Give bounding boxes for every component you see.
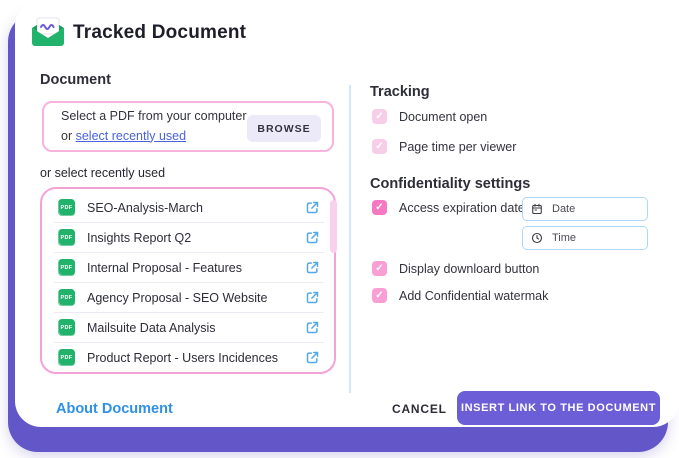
cancel-button[interactable]: CANCEL: [392, 402, 447, 416]
open-external-icon[interactable]: [305, 290, 320, 305]
option-display-download: Display downloard button: [372, 261, 539, 276]
file-name: Product Report - Users Incidences: [87, 350, 279, 365]
list-item[interactable]: PDF Mailsuite Data Analysis: [54, 313, 324, 343]
dialog-title: Tracked Document: [73, 22, 247, 43]
list-item[interactable]: PDF Agency Proposal - SEO Website: [54, 283, 324, 313]
recent-files-label: or select recently used: [40, 166, 166, 180]
pdf-icon: PDF: [58, 229, 75, 246]
file-name: Agency Proposal - SEO Website: [87, 290, 268, 305]
list-item[interactable]: PDF Insights Report Q2: [54, 223, 324, 253]
date-input[interactable]: Date: [522, 197, 648, 221]
confidential-watermark-checkbox[interactable]: [372, 288, 387, 303]
mailsuite-envelope-icon: [30, 16, 66, 48]
pdf-icon: PDF: [58, 259, 75, 276]
time-input[interactable]: Time: [522, 226, 648, 250]
column-divider: [349, 85, 351, 393]
pdf-icon: PDF: [58, 289, 75, 306]
option-label: Document open: [399, 109, 488, 124]
insert-link-button[interactable]: INSERT LINK TO THE DOCUMENT: [457, 391, 660, 425]
open-external-icon[interactable]: [305, 320, 320, 335]
browse-button[interactable]: BROWSE: [247, 115, 321, 142]
pdf-icon: PDF: [58, 199, 75, 216]
open-external-icon[interactable]: [305, 350, 320, 365]
open-external-icon[interactable]: [305, 260, 320, 275]
about-document-link[interactable]: About Document: [56, 401, 173, 417]
display-download-checkbox[interactable]: [372, 261, 387, 276]
option-document-open: Document open: [372, 109, 487, 124]
option-access-expiration: Access expiration date: [372, 200, 525, 215]
file-name: Internal Proposal - Features: [87, 260, 242, 275]
option-page-time: Page time per viewer: [372, 139, 516, 154]
dialog-card: Tracked Document Document Select a PDF f…: [15, 0, 679, 427]
file-name: Mailsuite Data Analysis: [87, 320, 216, 335]
option-confidential-watermark: Add Confidential watermak: [372, 288, 548, 303]
list-item[interactable]: PDF SEO-Analysis-March: [54, 193, 324, 223]
pdf-icon: PDF: [58, 349, 75, 366]
tracking-heading: Tracking: [370, 84, 430, 100]
recent-files-list: PDF SEO-Analysis-March PDF Insights Repo…: [40, 187, 336, 374]
confidentiality-heading: Confidentiality settings: [370, 176, 531, 192]
list-item[interactable]: PDF Product Report - Users Incidences: [54, 343, 324, 372]
picker-line2-prefix: or: [61, 128, 76, 143]
picker-line1: Select a PDF from your computer: [61, 109, 247, 124]
file-picker-box: Select a PDF from your computer or selec…: [42, 101, 334, 152]
clock-icon: [531, 232, 543, 244]
open-external-icon[interactable]: [305, 230, 320, 245]
option-label: Page time per viewer: [399, 139, 517, 154]
list-item[interactable]: PDF Internal Proposal - Features: [54, 253, 324, 283]
file-name: Insights Report Q2: [87, 230, 192, 245]
pdf-icon: PDF: [58, 319, 75, 336]
access-expiration-checkbox[interactable]: [372, 200, 387, 215]
file-picker-text: Select a PDF from your computer or selec…: [61, 107, 246, 146]
list-scrollbar-thumb[interactable]: [330, 200, 337, 253]
document-section-heading: Document: [40, 72, 111, 88]
file-name: SEO-Analysis-March: [87, 200, 203, 215]
tracked-document-dialog: Tracked Document Document Select a PDF f…: [0, 0, 679, 458]
open-external-icon[interactable]: [305, 200, 320, 215]
calendar-icon: [531, 203, 543, 215]
option-label: Access expiration date: [399, 200, 525, 215]
select-recently-used-link[interactable]: select recently used: [76, 129, 186, 143]
date-placeholder: Date: [552, 203, 576, 215]
option-label: Display downloard button: [399, 261, 540, 276]
document-open-checkbox[interactable]: [372, 109, 387, 124]
option-label: Add Confidential watermak: [399, 288, 549, 303]
page-time-checkbox[interactable]: [372, 139, 387, 154]
time-placeholder: Time: [552, 232, 577, 244]
